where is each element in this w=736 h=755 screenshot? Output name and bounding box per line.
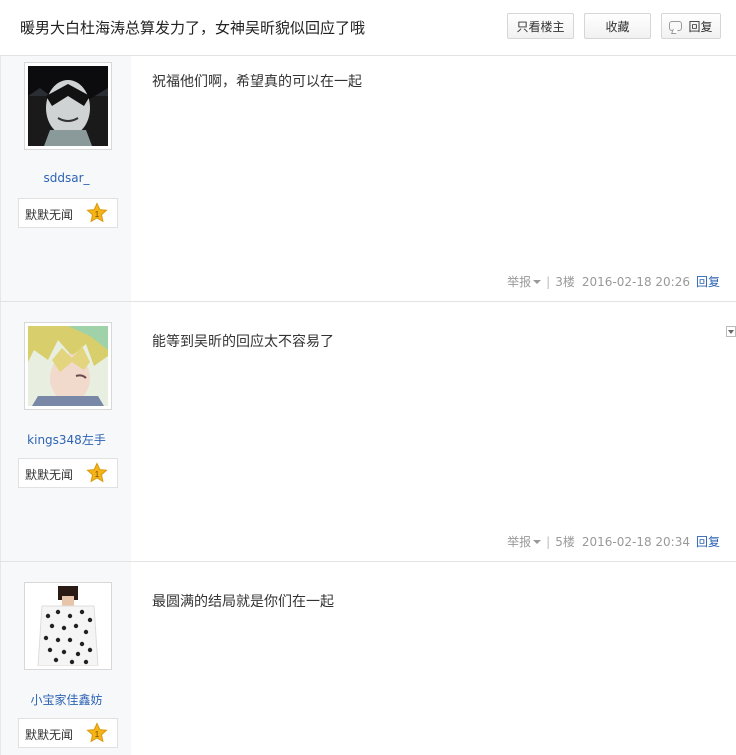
caret-down-icon xyxy=(533,539,542,544)
level-title: 默默无闻 xyxy=(25,208,74,222)
star-icon: 1 xyxy=(86,462,108,483)
post-floor-3: sddsar_ 默默无闻 1 祝福他们啊，希望真的可以在一起 举报 | 3楼 2… xyxy=(0,56,736,302)
post-tail: 举报 | 5楼 2016-02-18 20:34 回复 xyxy=(507,533,720,550)
author-sidebar: sddsar_ 默默无闻 1 xyxy=(0,56,131,301)
post-menu-toggle[interactable] xyxy=(726,326,736,337)
post-floor-5: kings348左手 默默无闻 1 能等到吴昕的回应太不容易了 举报 | 5楼 … xyxy=(0,302,736,562)
username[interactable]: 小宝家佳鑫妨 xyxy=(1,691,132,708)
avatar-image xyxy=(28,586,108,666)
post-reply-link[interactable]: 回复 xyxy=(696,533,720,550)
post-floor-next: 小宝家佳鑫妨 默默无闻 1 最圆满的结局就是你们在一起 xyxy=(0,562,736,755)
level-title: 默默无闻 xyxy=(25,468,74,482)
avatar[interactable] xyxy=(24,322,112,410)
post-time: 2016-02-18 20:26 xyxy=(581,274,690,289)
level-title: 默默无闻 xyxy=(25,728,74,742)
floor-number: 3楼 xyxy=(555,275,575,289)
post-reply-link[interactable]: 回复 xyxy=(696,273,720,290)
level-badge[interactable]: 默默无闻 1 xyxy=(18,198,118,228)
reply-button-label: 回复 xyxy=(688,19,713,34)
avatar-image xyxy=(28,326,108,406)
level-number: 1 xyxy=(95,210,100,219)
post-content: 能等到吴昕的回应太不容易了 xyxy=(152,334,334,350)
star-icon: 1 xyxy=(86,202,108,223)
caret-down-icon xyxy=(533,279,542,284)
star-icon: 1 xyxy=(86,722,108,743)
report-label: 举报 xyxy=(507,275,532,289)
speech-bubble-icon xyxy=(669,21,683,31)
only-op-button[interactable]: 只看楼主 xyxy=(507,13,574,39)
avatar-image xyxy=(28,66,108,146)
level-badge[interactable]: 默默无闻 1 xyxy=(18,718,118,748)
level-number: 1 xyxy=(95,730,100,739)
report-dropdown[interactable]: 举报 xyxy=(507,533,542,550)
username[interactable]: sddsar_ xyxy=(1,171,132,185)
post-content: 祝福他们啊，希望真的可以在一起 xyxy=(152,74,362,90)
report-label: 举报 xyxy=(507,535,532,549)
post-tail: 举报 | 3楼 2016-02-18 20:26 回复 xyxy=(507,273,720,290)
level-badge[interactable]: 默默无闻 1 xyxy=(18,458,118,488)
favorite-button[interactable]: 收藏 xyxy=(584,13,651,39)
thread-header: 暖男大白杜海涛总算发力了，女神吴昕貌似回应了哦 只看楼主 收藏 回复 xyxy=(0,0,736,56)
floor-number: 5楼 xyxy=(555,535,575,549)
author-sidebar: kings348左手 默默无闻 1 xyxy=(0,302,131,561)
post-time: 2016-02-18 20:34 xyxy=(581,534,690,549)
level-number: 1 xyxy=(95,470,100,479)
separator: | xyxy=(546,534,551,549)
thread-title: 暖男大白杜海涛总算发力了，女神吴昕貌似回应了哦 xyxy=(20,19,366,37)
reply-button[interactable]: 回复 xyxy=(661,13,721,39)
report-dropdown[interactable]: 举报 xyxy=(507,273,542,290)
post-content: 最圆满的结局就是你们在一起 xyxy=(152,594,334,610)
avatar[interactable] xyxy=(24,62,112,150)
avatar[interactable] xyxy=(24,582,112,670)
username[interactable]: kings348左手 xyxy=(1,431,132,448)
separator: | xyxy=(546,274,551,289)
author-sidebar: 小宝家佳鑫妨 默默无闻 1 xyxy=(0,562,131,755)
